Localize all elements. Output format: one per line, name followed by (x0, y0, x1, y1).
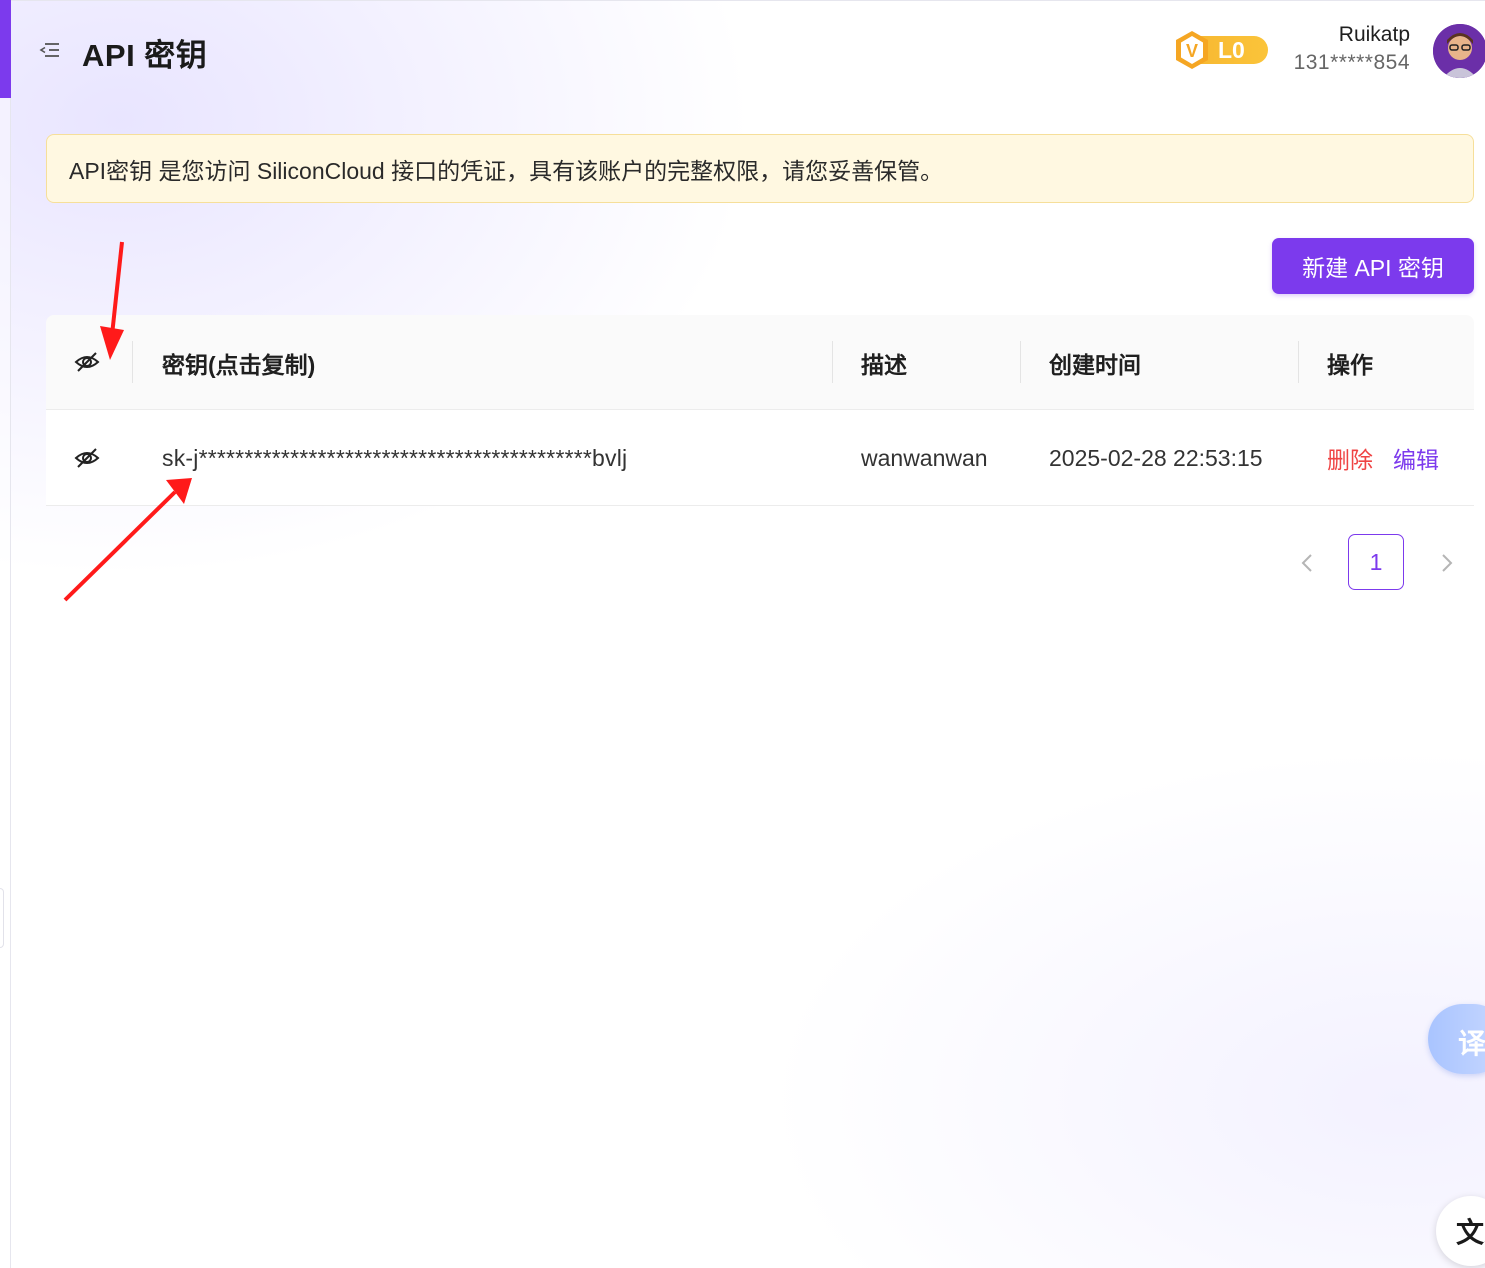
indent-menu-icon (39, 43, 59, 57)
page-title: API 密钥 (82, 38, 208, 73)
key-description: wanwanwan (861, 444, 988, 471)
user-name: Ruikatp (1338, 23, 1410, 46)
column-header-description: 描述 (861, 351, 907, 378)
user-avatar[interactable] (1433, 24, 1485, 78)
svg-text:V: V (1186, 41, 1198, 61)
delete-key-link[interactable]: 删除 (1327, 441, 1373, 475)
user-phone: 131*****854 (1293, 51, 1410, 74)
edit-key-link[interactable]: 编辑 (1393, 441, 1439, 475)
column-header-key: 密钥(点击复制) (162, 351, 316, 378)
eye-slash-icon (74, 448, 100, 468)
column-separator (1020, 341, 1021, 383)
sidebar-expand-handle[interactable] (0, 888, 4, 948)
key-operations: 删除 编辑 (1327, 410, 1439, 506)
chevron-right-icon (1442, 554, 1453, 572)
vip-level-badge[interactable]: V L0 (1172, 30, 1268, 70)
api-key-table: 密钥(点击复制) 描述 创建时间 操作 sk-j****************… (46, 315, 1474, 506)
column-header-operations: 操作 (1327, 351, 1373, 378)
top-divider (11, 0, 1485, 1)
pagination-prev-button[interactable] (1292, 548, 1322, 578)
avatar-image (1433, 24, 1485, 78)
api-key-notice: API密钥 是您访问 SiliconCloud 接口的凭证，具有该账户的完整权限… (46, 134, 1474, 203)
api-key-text[interactable]: sk-j************************************… (162, 445, 627, 472)
eye-slash-icon (74, 352, 100, 372)
table-row: sk-j************************************… (46, 410, 1474, 506)
key-created-time: 2025-02-28 22:53:15 (1049, 444, 1263, 471)
table-header: 密钥(点击复制) 描述 创建时间 操作 (46, 315, 1474, 410)
translate-label: 译 (1458, 1028, 1485, 1059)
pagination-page-current[interactable]: 1 (1348, 534, 1404, 590)
vip-shield-icon: V (1176, 31, 1208, 69)
new-api-key-button[interactable]: 新建 API 密钥 (1272, 238, 1474, 294)
chevron-left-icon (1301, 554, 1312, 572)
vip-level-text: L0 (1218, 37, 1245, 63)
translate-icon: 文A (1456, 1217, 1485, 1248)
column-separator (132, 341, 133, 383)
column-separator (832, 341, 833, 383)
notice-text: API密钥 是您访问 SiliconCloud 接口的凭证，具有该账户的完整权限… (69, 157, 944, 184)
column-separator (1298, 341, 1299, 383)
sidebar-collapsed (0, 0, 11, 1268)
api-key-value[interactable]: sk-j************************************… (162, 410, 627, 506)
toggle-all-visibility-button[interactable] (74, 349, 100, 375)
menu-toggle-button[interactable] (38, 38, 62, 62)
column-header-created: 创建时间 (1049, 351, 1141, 378)
sidebar-active-indicator (0, 0, 11, 98)
toggle-key-visibility-button[interactable] (74, 445, 100, 471)
pagination-next-button[interactable] (1432, 548, 1462, 578)
